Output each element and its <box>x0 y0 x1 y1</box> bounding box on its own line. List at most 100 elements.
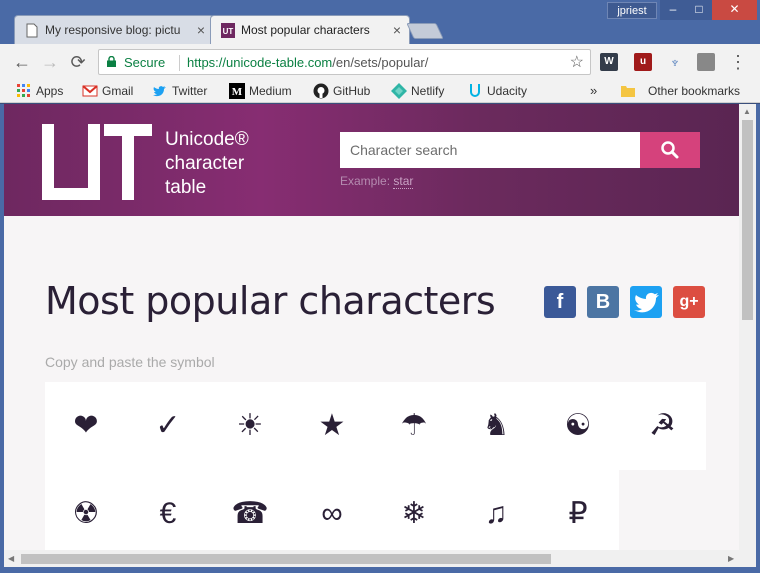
google-plus-icon: g+ <box>679 293 699 310</box>
bookmark-label: GitHub <box>333 84 371 98</box>
scroll-right-arrow-icon[interactable]: ▶ <box>728 554 734 563</box>
symbol-ruble[interactable]: ₽ <box>537 470 619 550</box>
twitter-icon <box>153 86 166 97</box>
ublock-extension-icon[interactable]: u <box>634 53 652 71</box>
github-icon <box>313 83 329 99</box>
close-window-button[interactable]: ✕ <box>712 0 757 20</box>
bookmark-gmail[interactable]: Gmail <box>82 83 133 99</box>
symbol-music-notes[interactable]: ♫ <box>455 470 537 550</box>
profile-button[interactable]: jpriest <box>607 2 657 19</box>
vk-icon: B <box>595 291 611 313</box>
bookmarks-overflow-button[interactable]: » <box>584 83 597 99</box>
example-label: Example: <box>340 174 391 188</box>
lock-icon <box>107 56 116 67</box>
scroll-left-arrow-icon[interactable]: ◀ <box>8 554 14 563</box>
vertical-scroll-thumb[interactable] <box>742 120 753 320</box>
page-title: Most popular characters <box>45 279 496 323</box>
unicode-table-favicon-icon: UT <box>221 23 235 38</box>
extension-icon[interactable] <box>697 53 715 71</box>
symbol-euro[interactable]: € <box>127 470 209 550</box>
bookmarks-bar: Apps Gmail Twitter M Medium GitHub Netli… <box>0 79 760 103</box>
brand-line: Unicode® <box>165 129 249 150</box>
search-button[interactable] <box>640 132 700 168</box>
bookmark-netlify[interactable]: Netlify <box>391 83 444 99</box>
gmail-icon <box>82 85 98 97</box>
bookmark-apps[interactable]: Apps <box>16 83 63 99</box>
bookmark-github[interactable]: GitHub <box>313 83 370 99</box>
minimize-button[interactable]: – <box>660 0 686 20</box>
horizontal-scrollbar[interactable]: ◀ ▶ <box>4 550 756 567</box>
tab-title: Most popular characters <box>241 23 370 37</box>
reload-button[interactable]: ⟳ <box>68 52 88 72</box>
vk-share-button[interactable]: B <box>587 286 619 318</box>
bookmark-udacity[interactable]: Udacity <box>467 83 527 99</box>
bookmark-label: Apps <box>36 84 64 98</box>
url-host: https://unicode-table.com <box>187 55 333 70</box>
url-path: /en/sets/popular/ <box>332 55 429 70</box>
example-link[interactable]: star <box>393 174 414 189</box>
folder-icon <box>621 86 635 97</box>
browser-toolbar: ← → ⟳ Secure https://unicode-table.com/e… <box>0 44 760 79</box>
character-search-input[interactable] <box>340 132 640 168</box>
forward-button[interactable]: → <box>40 52 60 72</box>
window-frame-bottom <box>0 567 760 573</box>
symbol-star[interactable]: ★ <box>291 382 373 470</box>
facebook-share-button[interactable]: f <box>544 286 576 318</box>
site-header: Unicode® character table Example: star <box>4 104 739 216</box>
tab-close-button[interactable]: × <box>197 16 205 44</box>
symbol-grid: ❤ ✓ ☀ ★ ☂ ♞ ☯ ☭ ☢ € ☎ ∞ ❄ ♫ ₽ <box>45 382 706 550</box>
site-brand[interactable]: Unicode® character table <box>165 128 305 200</box>
symbol-check[interactable]: ✓ <box>127 382 209 470</box>
medium-icon: M <box>229 83 245 99</box>
symbol-sun[interactable]: ☀ <box>209 382 291 470</box>
brand-line: table <box>165 177 207 198</box>
new-tab-button[interactable] <box>406 23 444 39</box>
bookmark-star-icon[interactable]: ☆ <box>570 52 584 72</box>
maximize-button[interactable]: □ <box>686 0 712 20</box>
secure-label: Secure <box>124 55 166 70</box>
symbol-heart[interactable]: ❤ <box>45 382 127 470</box>
bookmark-label: Medium <box>249 84 292 98</box>
svg-text:M: M <box>232 86 243 98</box>
twitter-share-button[interactable] <box>630 286 662 318</box>
symbol-infinity[interactable]: ∞ <box>291 470 373 550</box>
horizontal-scroll-thumb[interactable] <box>21 554 551 564</box>
symbol-radioactive[interactable]: ☢ <box>45 470 127 550</box>
symbol-snowflake[interactable]: ❄ <box>373 470 455 550</box>
svg-text:UT: UT <box>223 27 234 36</box>
chrome-menu-button[interactable]: ⋮ <box>728 52 748 72</box>
netlify-icon <box>391 83 407 99</box>
tab-popular-characters[interactable]: UT Most popular characters × <box>210 15 410 44</box>
omnibox-divider <box>179 55 180 71</box>
google-plus-share-button[interactable]: g+ <box>673 286 705 318</box>
bookmark-label: Other bookmarks <box>648 84 741 98</box>
apps-icon <box>17 84 30 97</box>
symbol-umbrella[interactable]: ☂ <box>373 382 455 470</box>
bookmark-label: Netlify <box>411 84 445 98</box>
search-icon <box>661 141 679 159</box>
back-button[interactable]: ← <box>12 52 32 72</box>
bookmark-label: Udacity <box>487 84 528 98</box>
facebook-icon: f <box>556 291 564 313</box>
bookmark-label: Twitter <box>172 84 208 98</box>
unicode-table-logo <box>42 124 152 200</box>
bookmark-label: Gmail <box>102 84 134 98</box>
document-icon <box>26 23 38 38</box>
symbol-knight[interactable]: ♞ <box>455 382 537 470</box>
bookmark-twitter[interactable]: Twitter <box>152 83 207 99</box>
vertical-scrollbar[interactable]: ▲ <box>739 104 756 550</box>
symbol-yin-yang[interactable]: ☯ <box>537 382 619 470</box>
title-bar: My responsive blog: pictu × UT Most popu… <box>0 0 760 44</box>
tab-close-button[interactable]: × <box>393 16 401 44</box>
tab-blog[interactable]: My responsive blog: pictu × <box>14 15 214 44</box>
other-bookmarks[interactable]: Other bookmarks <box>620 83 740 99</box>
vpn-extension-icon[interactable]: ♆ <box>666 53 684 71</box>
copy-instructions: Copy and paste the symbol <box>45 354 215 370</box>
scroll-up-arrow-icon[interactable]: ▲ <box>743 107 751 116</box>
symbol-telephone[interactable]: ☎ <box>209 470 291 550</box>
extension-icon[interactable]: W <box>600 53 618 71</box>
address-bar[interactable]: Secure https://unicode-table.com/en/sets… <box>98 49 591 75</box>
bookmark-medium[interactable]: M Medium <box>229 83 292 99</box>
tab-title: My responsive blog: pictu <box>45 23 181 37</box>
symbol-hammer-sickle[interactable]: ☭ <box>619 382 706 470</box>
